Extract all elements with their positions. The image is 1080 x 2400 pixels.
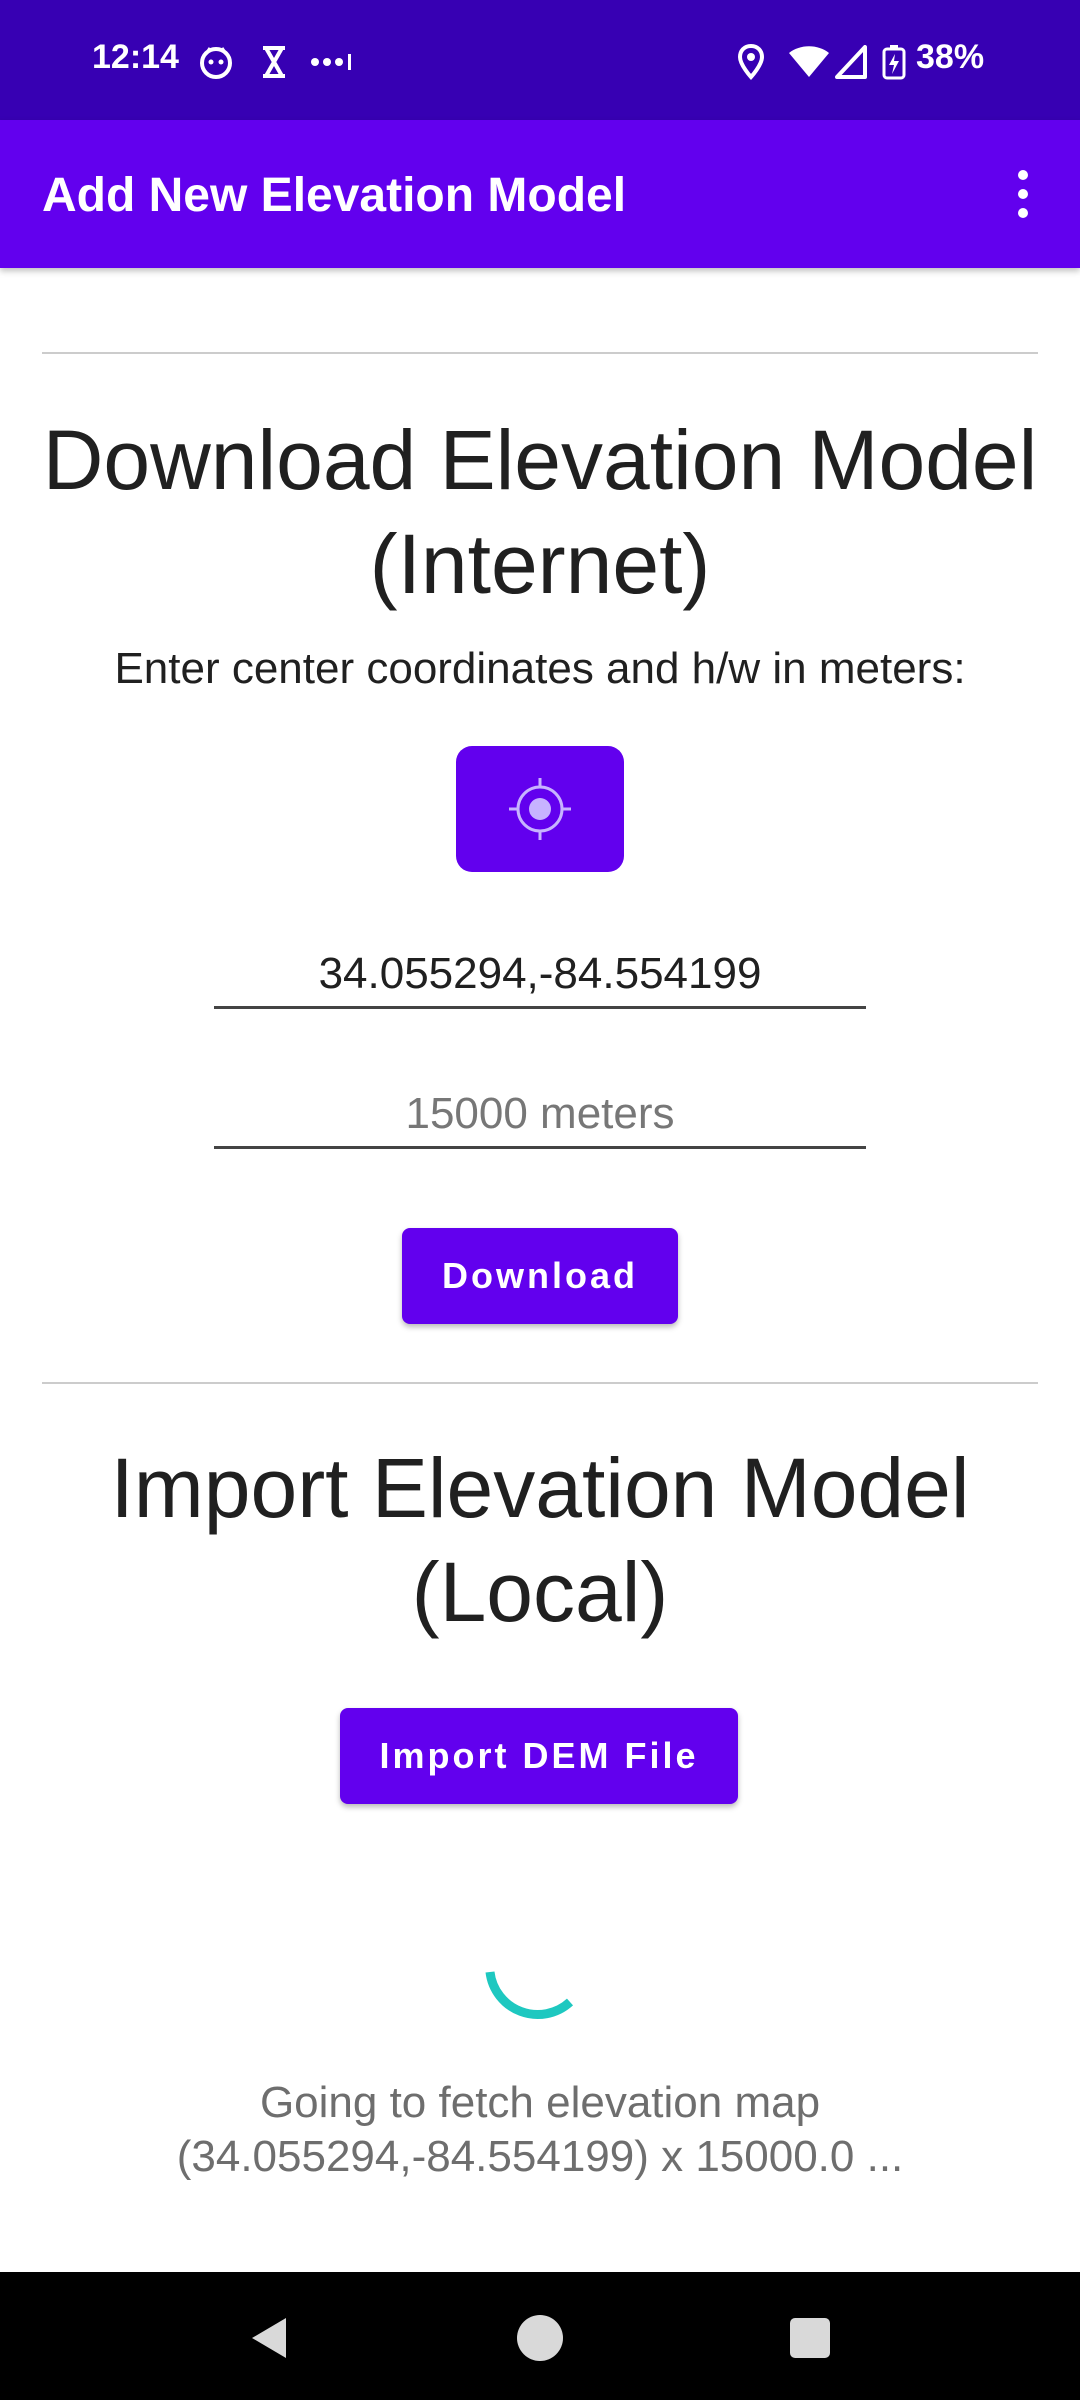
menu-dot xyxy=(1018,170,1028,180)
wifi-icon xyxy=(788,44,830,80)
divider-top xyxy=(42,352,1038,354)
status-time: 12:14 xyxy=(92,38,179,76)
menu-dot xyxy=(1018,208,1028,218)
import-dem-button[interactable]: Import DEM File xyxy=(340,1708,738,1804)
page-title: Add New Elevation Model xyxy=(42,169,627,222)
home-icon[interactable] xyxy=(512,2310,568,2366)
overflow-menu-icon[interactable] xyxy=(998,164,1048,224)
status-bar: 12:14 38% xyxy=(0,0,1080,120)
divider-middle xyxy=(42,1382,1038,1384)
import-section-title: Import Elevation Model (Local) xyxy=(110,1441,970,1639)
my-location-icon xyxy=(509,778,571,840)
back-icon[interactable] xyxy=(242,2310,298,2366)
navigation-bar xyxy=(0,2272,1080,2400)
download-instructions: Enter center coordinates and h/w in mete… xyxy=(114,644,966,693)
download-section-title: Download Elevation Model (Internet) xyxy=(42,413,1038,611)
download-button[interactable]: Download xyxy=(402,1228,678,1324)
my-location-button[interactable] xyxy=(456,746,624,872)
hourglass-icon xyxy=(258,44,290,80)
battery-percentage: 38% xyxy=(916,38,985,76)
loading-spinner-icon xyxy=(485,1971,574,2019)
size-meters-field[interactable]: 15000 meters xyxy=(214,1082,866,1149)
coordinates-field[interactable]: 34.055294,-84.554199 xyxy=(214,942,866,1009)
more-dots-icon xyxy=(310,44,354,80)
app-notification-icon xyxy=(196,44,236,80)
status-message: Going to fetch elevation map (34.055294,… xyxy=(176,2078,904,2181)
signal-icon xyxy=(834,44,868,80)
recents-icon[interactable] xyxy=(782,2310,838,2366)
app-bar: Add New Elevation Model xyxy=(0,120,1080,268)
location-icon xyxy=(736,44,766,80)
battery-charging-icon xyxy=(880,44,908,80)
menu-dot xyxy=(1018,189,1028,199)
